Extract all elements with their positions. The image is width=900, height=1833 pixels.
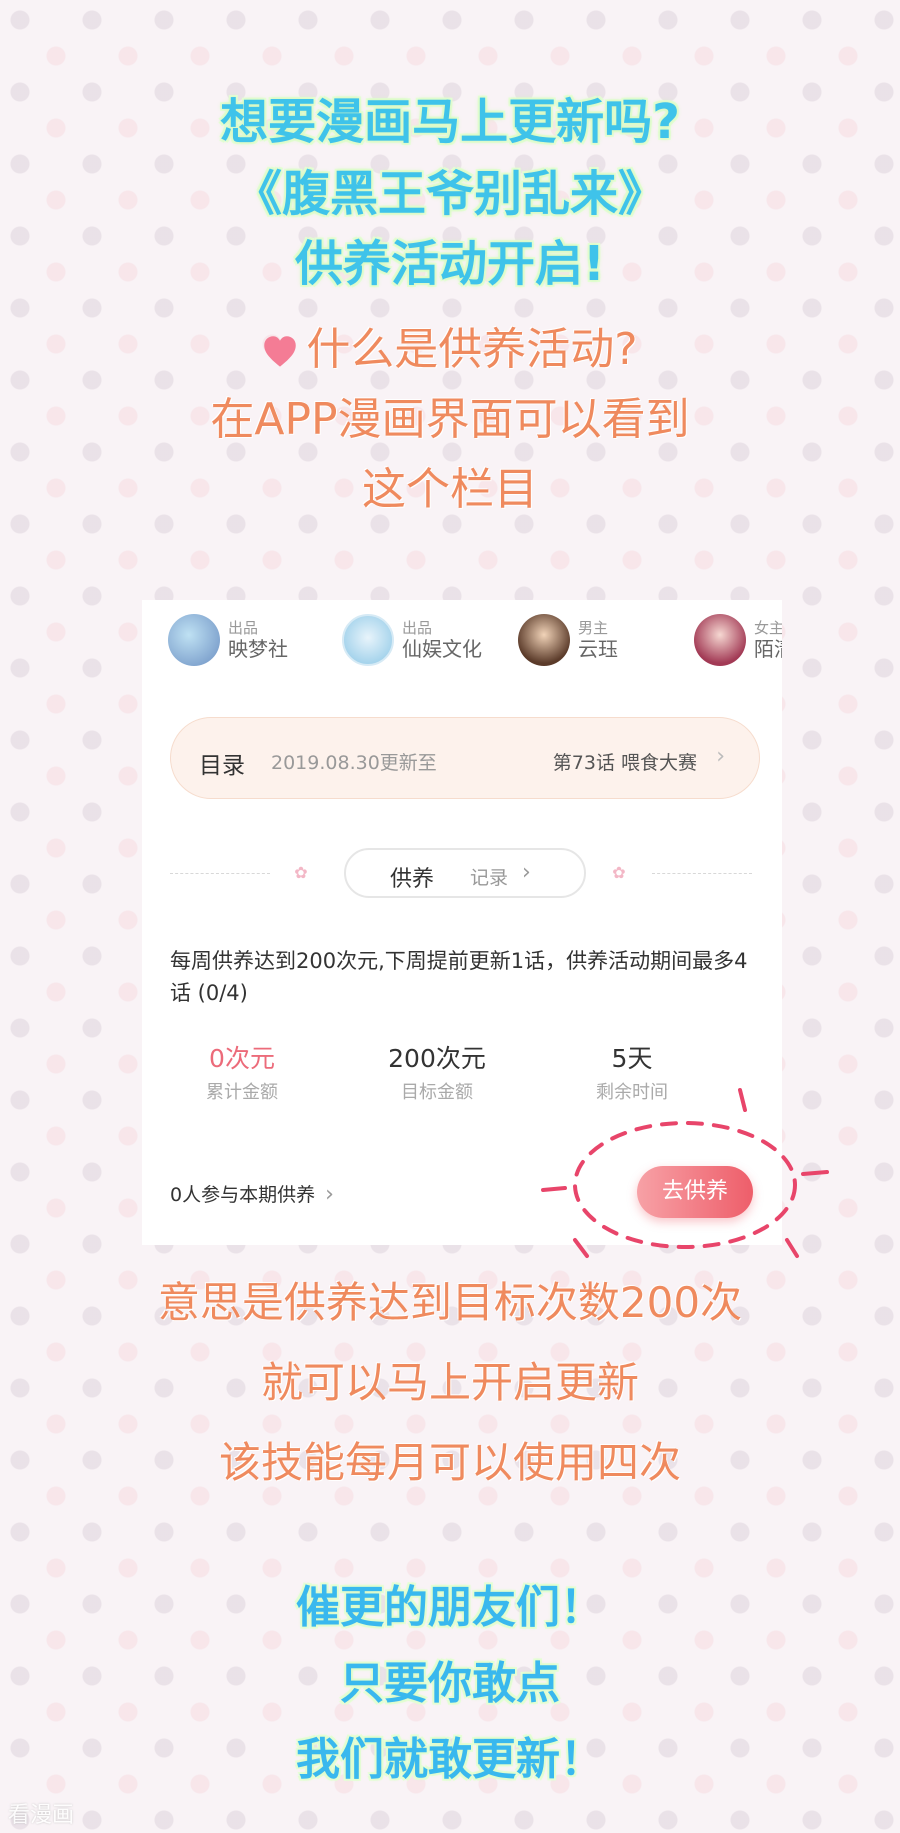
catalog-bar[interactable]: 目录 2019.08.30更新至 第73话 喂食大赛 › — [170, 717, 760, 799]
intro-line-1: 在APP漫画界面可以看到 — [210, 394, 690, 445]
divider-left — [170, 873, 270, 874]
chevron-right-icon: › — [716, 744, 725, 769]
producer-item[interactable]: 男主 云珏 — [518, 612, 618, 668]
intro-line-2: 这个栏目 — [362, 464, 538, 515]
avatar — [694, 614, 746, 666]
headline-line-3: 供养活动开启! — [295, 236, 605, 292]
stat-target: 200次元 目标金额 — [342, 1043, 532, 1107]
avatar — [168, 614, 220, 666]
producer-name: 映梦社 — [228, 637, 288, 661]
catalog-label: 目录 — [199, 753, 245, 779]
producer-item[interactable]: 女主 陌清 — [694, 612, 782, 668]
producer-role: 出品 — [228, 619, 259, 637]
heart-icon — [262, 334, 298, 370]
closing-line-2: 只要你敢点 — [340, 1658, 560, 1709]
producer-item[interactable]: 出品 仙娱文化 — [342, 612, 482, 668]
intro-question: 什么是供养活动? — [306, 324, 638, 375]
closing-line-3: 我们就敢更新！ — [296, 1734, 604, 1785]
producer-name: 仙娱文化 — [402, 637, 482, 661]
watermark: 看漫画 — [8, 1803, 75, 1828]
stat-value: 200次元 — [388, 1044, 486, 1073]
participants-text: 0人参与本期供养 — [170, 1184, 316, 1206]
producer-role: 男主 — [578, 619, 609, 637]
headline-line-1: 想要漫画马上更新吗? — [220, 94, 680, 150]
participants-link[interactable]: 0人参与本期供养 › — [170, 1180, 334, 1207]
flower-icon: ✿ — [612, 863, 626, 882]
producer-row: 出品 映梦社 出品 仙娱文化 男主 云珏 女主 陌清 — [142, 600, 782, 680]
headline-line-2: 《腹黑王爷别乱来》 — [233, 166, 666, 222]
producer-role: 女主 — [754, 619, 782, 637]
avatar — [518, 614, 570, 666]
support-record-link: 记录 — [470, 867, 509, 889]
avatar — [342, 614, 394, 666]
catalog-update-date: 2019.08.30更新至 — [271, 752, 437, 774]
explain-line-1: 意思是供养达到目标次数200次 — [157, 1278, 743, 1327]
producer-name: 云珏 — [578, 637, 618, 661]
producer-item[interactable]: 出品 映梦社 — [168, 612, 288, 668]
support-description: 每周供养达到200次元,下周提前更新1话，供养活动期间最多4话 (0/4) — [170, 949, 748, 1005]
stat-accumulated: 0次元 累计金额 — [147, 1043, 337, 1107]
stat-label: 累计金额 — [206, 1082, 278, 1103]
support-record-pill[interactable]: 供养 记录 › — [344, 848, 586, 898]
stat-value: 5天 — [611, 1044, 653, 1073]
explain-line-2: 就可以马上开启更新 — [260, 1358, 639, 1407]
closing-line-1: 催更的朋友们！ — [296, 1582, 604, 1633]
intro-question-row: 什么是供养活动? — [0, 328, 900, 372]
explain-line-3: 该技能每月可以使用四次 — [218, 1438, 681, 1487]
chevron-right-icon: › — [522, 860, 531, 885]
stat-label: 目标金额 — [401, 1082, 473, 1103]
producer-role: 出品 — [402, 619, 433, 637]
catalog-latest-chapter: 第73话 喂食大赛 — [552, 752, 697, 774]
producer-name: 陌清 — [754, 637, 782, 661]
chevron-right-icon: › — [325, 1182, 334, 1207]
flower-icon: ✿ — [294, 863, 308, 882]
dashed-circle-annotation — [541, 1088, 829, 1258]
support-title: 供养 — [390, 867, 435, 892]
divider-right — [652, 873, 752, 874]
stat-value: 0次元 — [209, 1044, 275, 1073]
